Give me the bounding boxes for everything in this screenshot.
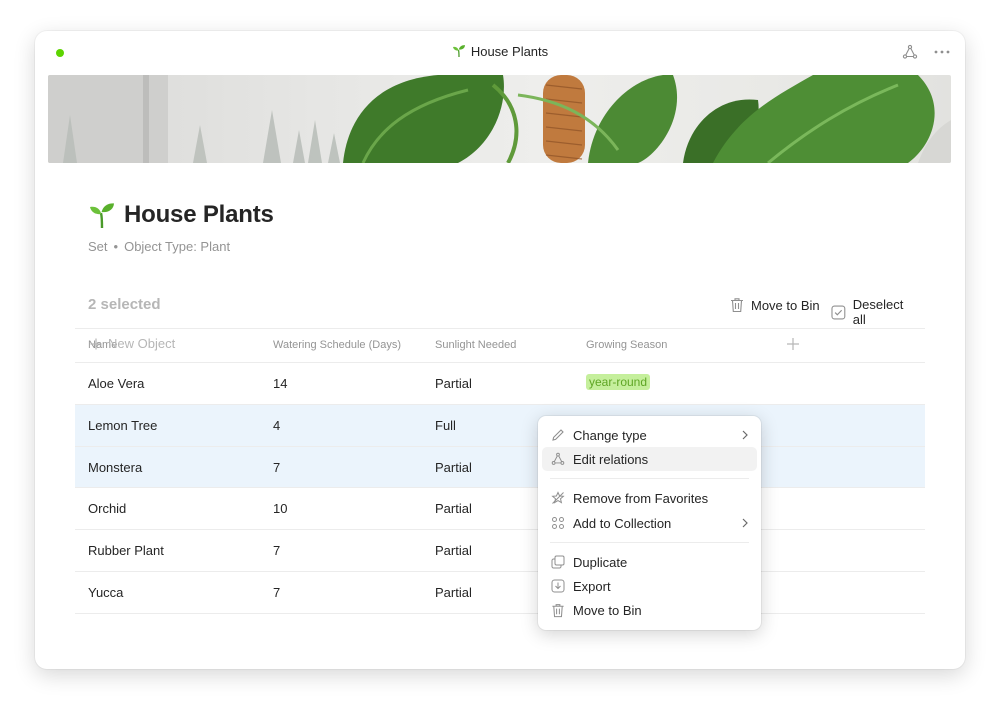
object-type-label[interactable]: Object Type: Plant — [124, 239, 230, 254]
relations-icon — [551, 452, 565, 465]
cell-sunlight[interactable]: Partial — [435, 501, 472, 516]
selected-count: 2 selected — [88, 296, 161, 313]
chevron-right-icon — [742, 518, 748, 528]
menu-item-add-collection[interactable]: Add to Collection — [542, 511, 757, 535]
menu-item-label: Change type — [573, 428, 647, 443]
menu-item-label: Export — [573, 579, 611, 594]
table-row[interactable]: Rubber Plant 7 Partial — [75, 530, 925, 572]
menu-item-move-to-bin[interactable]: Move to Bin — [542, 598, 757, 622]
title-bar: House Plants — [35, 31, 965, 75]
more-icon[interactable] — [934, 50, 950, 54]
pencil-icon — [552, 429, 564, 441]
column-header-watering[interactable]: Watering Schedule (Days) — [273, 339, 401, 351]
new-object-button[interactable]: New Object — [90, 336, 175, 351]
menu-item-export[interactable]: Export — [542, 574, 757, 598]
cell-watering[interactable]: 7 — [273, 543, 280, 558]
export-icon — [551, 579, 565, 593]
menu-item-label: Add to Collection — [573, 516, 672, 531]
menu-divider — [550, 542, 749, 543]
menu-item-edit-relations[interactable]: Edit relations — [542, 447, 757, 471]
graph-icon[interactable] — [902, 44, 918, 60]
objects-table: Name Watering Schedule (Days) Sunlight N… — [75, 328, 925, 614]
cell-name[interactable]: Rubber Plant — [88, 543, 164, 558]
cover-image[interactable] — [48, 75, 951, 163]
star-off-icon — [551, 491, 565, 504]
table-row[interactable]: Yucca 7 Partial — [75, 572, 925, 614]
subtitle-separator: • — [113, 239, 119, 254]
table-row[interactable]: Aloe Vera 14 Partial year-round — [75, 363, 925, 405]
table-row[interactable]: Monstera 7 Partial — [75, 446, 925, 489]
page-heading: House Plants — [88, 201, 274, 229]
deselect-all-button[interactable]: Deselect all — [831, 297, 919, 327]
collection-icon — [552, 517, 564, 529]
cell-watering[interactable]: 7 — [273, 460, 280, 475]
cell-sunlight[interactable]: Partial — [435, 585, 472, 600]
cell-sunlight[interactable]: Partial — [435, 460, 472, 475]
sprout-icon — [452, 45, 465, 58]
new-object-label: New Object — [108, 336, 176, 351]
layout-label: Set — [88, 239, 108, 254]
cover-artwork — [48, 75, 951, 163]
column-header-sunlight[interactable]: Sunlight Needed — [435, 339, 516, 351]
table-header: Name Watering Schedule (Days) Sunlight N… — [75, 328, 925, 363]
cell-watering[interactable]: 4 — [273, 418, 280, 433]
page-title[interactable]: House Plants — [124, 201, 274, 229]
app-window: House Plants House Plants Set • Object T… — [35, 31, 965, 669]
bin-icon — [731, 298, 743, 313]
add-column-icon[interactable] — [786, 337, 800, 351]
cell-sunlight[interactable]: Full — [435, 418, 456, 433]
cell-sunlight[interactable]: Partial — [435, 376, 472, 391]
cell-name[interactable]: Lemon Tree — [88, 418, 157, 433]
cell-watering[interactable]: 14 — [273, 376, 287, 391]
object-subtitle: Set • Object Type: Plant — [88, 239, 230, 254]
table-row[interactable]: Lemon Tree 4 Full — [75, 404, 925, 447]
plus-icon — [90, 338, 102, 349]
selection-bar: 2 selected Move to Bin Deselect all — [88, 296, 919, 327]
sprout-icon[interactable] — [88, 201, 116, 229]
window-title[interactable]: House Plants — [35, 44, 965, 59]
menu-divider — [550, 478, 749, 479]
cell-name[interactable]: Monstera — [88, 460, 142, 475]
menu-item-label: Duplicate — [573, 555, 628, 570]
window-title-text: House Plants — [470, 44, 549, 59]
cell-watering[interactable]: 10 — [273, 501, 287, 516]
cell-name[interactable]: Orchid — [88, 501, 126, 516]
cell-sunlight[interactable]: Partial — [435, 543, 472, 558]
move-to-bin-label: Move to Bin — [751, 297, 820, 313]
column-header-season[interactable]: Growing Season — [586, 339, 667, 351]
move-to-bin-button[interactable]: Move to Bin — [730, 297, 820, 313]
context-menu: Change type Edit relations Remove from F… — [538, 416, 761, 630]
menu-item-duplicate[interactable]: Duplicate — [542, 550, 757, 574]
season-tag[interactable]: year-round — [586, 374, 651, 390]
table-row[interactable]: Orchid 10 Partial — [75, 488, 925, 531]
menu-item-label: Edit relations — [573, 452, 649, 467]
duplicate-icon — [551, 555, 565, 569]
cell-watering[interactable]: 7 — [273, 585, 280, 600]
deselect-all-label: Deselect all — [852, 297, 904, 327]
cell-name[interactable]: Yucca — [88, 585, 123, 600]
cell-name[interactable]: Aloe Vera — [88, 376, 144, 391]
menu-item-change-type[interactable]: Change type — [542, 423, 757, 447]
checkbox-icon — [831, 305, 846, 319]
menu-item-label: Remove from Favorites — [573, 491, 709, 506]
chevron-right-icon — [742, 430, 748, 440]
menu-item-label: Move to Bin — [573, 603, 642, 618]
bin-icon — [552, 604, 564, 618]
menu-item-remove-favorites[interactable]: Remove from Favorites — [542, 486, 757, 510]
